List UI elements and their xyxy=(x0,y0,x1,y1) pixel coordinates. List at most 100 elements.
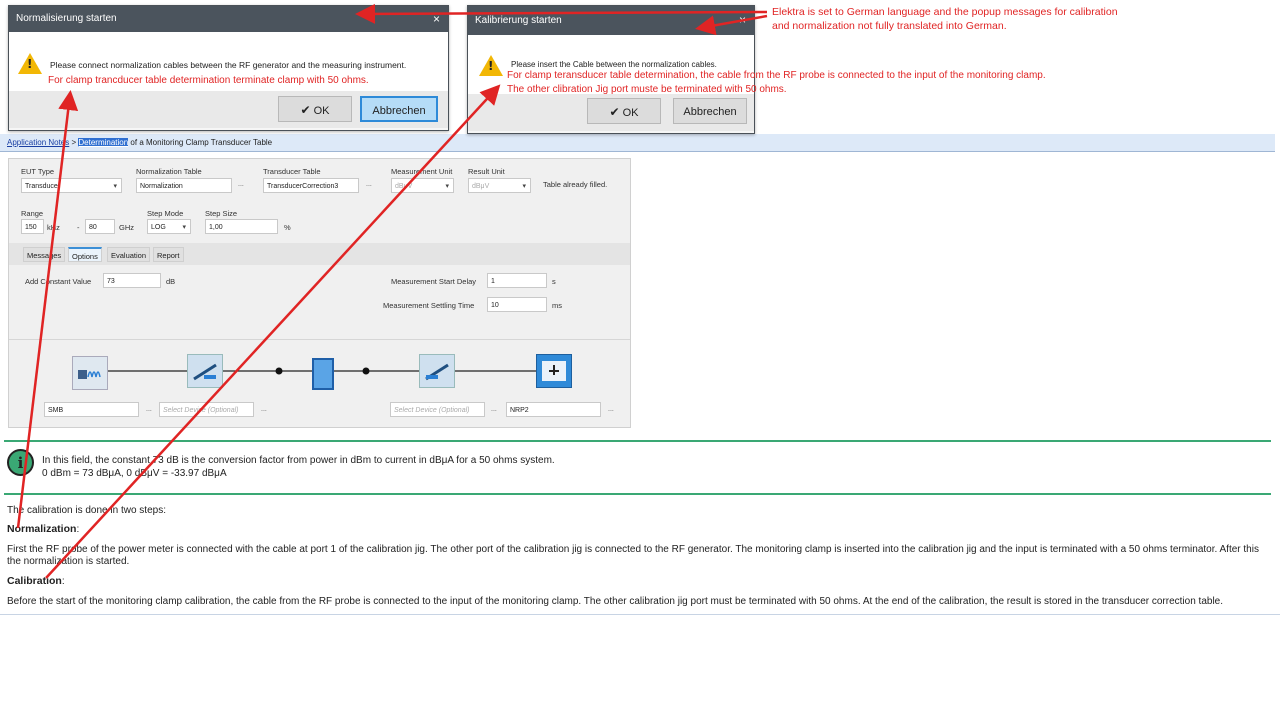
device-field-2[interactable]: Select Device (Optional) xyxy=(159,402,254,417)
result-unit-label: Result Unit xyxy=(468,167,505,176)
normalization-heading-colon: : xyxy=(76,524,80,535)
normalization-table-input[interactable]: Normalization xyxy=(136,178,232,193)
table-filled-status: Table already filled. xyxy=(543,180,608,189)
step-mode-value: LOG xyxy=(151,224,166,231)
close-icon[interactable]: × xyxy=(739,6,746,35)
close-icon[interactable]: × xyxy=(433,6,440,32)
cancel-button[interactable]: Abbrechen xyxy=(673,98,747,124)
step-size-input[interactable]: 1,00 xyxy=(205,219,278,234)
normalization-dialog-titlebar: Normalisierung starten × xyxy=(9,6,448,32)
device-3-browse-button[interactable]: ... xyxy=(491,406,497,413)
transducer-browse-button[interactable]: ... xyxy=(366,181,372,188)
calibration-heading-text: Calibration xyxy=(7,575,62,587)
range-dash: - xyxy=(77,223,80,232)
calibration-dialog-titlebar: Kalibrierung starten × xyxy=(468,6,754,35)
start-delay-label: Measurement Start Delay xyxy=(391,277,477,286)
check-icon: ✔ xyxy=(609,105,620,119)
info-line-1: In this field, the constant 73 dB is the… xyxy=(42,455,555,466)
calibration-dialog-footer: ✔ OK Abbrechen xyxy=(468,94,754,131)
cancel-button[interactable]: Abbrechen xyxy=(360,96,438,122)
calibration-heading: Calibration: xyxy=(7,575,65,587)
normalization-dialog-title: Normalisierung starten xyxy=(16,13,117,24)
signal-generator-icon[interactable] xyxy=(72,356,108,390)
start-delay-input[interactable]: 1 xyxy=(487,273,547,288)
device-3-value: Select Device (Optional) xyxy=(394,407,470,414)
device-1-browse-button[interactable]: ... xyxy=(146,406,152,413)
switch-icon[interactable] xyxy=(419,354,455,388)
app-screenshot-panel: EUT Type Normalization Table Transducer … xyxy=(8,158,631,428)
transducer-table-label: Transducer Table xyxy=(263,167,321,176)
breadcrumb-title-rest: of a Monitoring Clamp Transducer Table xyxy=(128,138,273,147)
transducer-table-value: TransducerCorrection3 xyxy=(267,183,339,190)
step-size-label: Step Size xyxy=(205,209,238,218)
add-constant-label: Add Constant Value xyxy=(25,277,92,286)
calibration-dialog-title: Kalibrierung starten xyxy=(475,15,562,26)
calibration-dialog-message: Please insert the Cable between the norm… xyxy=(511,60,717,69)
ok-button-label: OK xyxy=(313,105,330,117)
start-delay-value: 1 xyxy=(491,278,495,285)
settling-time-unit: ms xyxy=(552,301,562,310)
ok-button-label: OK xyxy=(622,107,639,119)
check-icon: ✔ xyxy=(300,103,311,117)
tab-report[interactable]: Report xyxy=(153,247,184,262)
device-4-value: NRP2 xyxy=(510,407,529,414)
cancel-button-label: Abbrechen xyxy=(372,105,426,117)
junction-dot xyxy=(275,367,283,375)
annotation-line-2: and normalization not fully translated i… xyxy=(772,20,1007,32)
eut-type-select[interactable]: Transducer xyxy=(21,178,122,194)
add-constant-input[interactable]: 73 xyxy=(103,273,161,288)
normalization-body: First the RF probe of the power meter is… xyxy=(7,544,1259,567)
step-size-value: 1,00 xyxy=(209,224,223,231)
normalization-browse-button[interactable]: ... xyxy=(238,181,244,188)
range-start-input[interactable]: 150 xyxy=(21,219,44,234)
switch-icon[interactable] xyxy=(187,354,223,388)
device-2-browse-button[interactable]: ... xyxy=(261,406,267,413)
info-note-box: i In this field, the constant 73 dB is t… xyxy=(4,440,1271,495)
normalization-dialog-footer: ✔ OK Abbrechen xyxy=(9,91,448,128)
calibration-dialog-note-2: The other clibration Jig port muste be t… xyxy=(507,84,787,95)
breadcrumb: Application Notes > Determination of a M… xyxy=(0,134,1275,152)
add-constant-value: 73 xyxy=(107,278,115,285)
range-stop-unit: GHz xyxy=(119,223,134,232)
ok-button[interactable]: ✔ OK xyxy=(587,98,661,124)
eut-type-value: Transducer xyxy=(25,183,61,190)
measurement-unit-value: dBμV xyxy=(395,183,413,190)
result-unit-select[interactable]: dBμV xyxy=(468,178,531,194)
calibration-dialog-note-1: For clamp teransducer table determinatio… xyxy=(507,70,1046,81)
step-mode-select[interactable]: LOG xyxy=(147,219,191,235)
device-field-4[interactable]: NRP2 xyxy=(506,402,601,417)
warning-icon: ! xyxy=(18,53,42,74)
normalization-dialog: Normalisierung starten × ! Please connec… xyxy=(8,5,449,131)
transducer-table-input[interactable]: TransducerCorrection3 xyxy=(263,178,359,193)
settling-time-input[interactable]: 10 xyxy=(487,297,547,312)
device-2-value: Select Device (Optional) xyxy=(163,407,239,414)
device-4-browse-button[interactable]: ... xyxy=(608,406,614,413)
cancel-button-label: Abbrechen xyxy=(683,106,737,118)
info-icon: i xyxy=(7,449,34,476)
power-meter-icon[interactable] xyxy=(536,354,572,388)
range-label: Range xyxy=(21,209,44,218)
add-constant-unit: dB xyxy=(166,277,176,286)
breadcrumb-current-link[interactable]: Determination xyxy=(78,138,129,147)
range-start-value: 150 xyxy=(25,224,37,231)
ok-button[interactable]: ✔ OK xyxy=(278,96,352,122)
warning-icon: ! xyxy=(479,55,503,76)
step-size-unit: % xyxy=(284,223,291,232)
normalization-dialog-body: ! Please connect normalization cables be… xyxy=(9,32,448,91)
start-delay-unit: s xyxy=(552,277,556,286)
range-stop-input[interactable]: 80 xyxy=(85,219,115,234)
measurement-unit-select[interactable]: dBμV xyxy=(391,178,454,194)
tab-evaluation[interactable]: Evaluation xyxy=(107,247,151,262)
device-field-3[interactable]: Select Device (Optional) xyxy=(390,402,485,417)
step-mode-label: Step Mode xyxy=(147,209,184,218)
normalization-heading: Normalization: xyxy=(7,523,79,535)
info-line-2: 0 dBm = 73 dBμA, 0 dBμV = -33.97 dBμA xyxy=(42,468,227,479)
tab-options[interactable]: Options xyxy=(68,247,102,262)
clamp-device-icon[interactable] xyxy=(312,358,334,390)
tab-strip xyxy=(9,243,630,265)
tab-messages[interactable]: Messages xyxy=(23,247,66,262)
breadcrumb-root-link[interactable]: Application Notes xyxy=(7,138,69,147)
device-field-1[interactable]: SMB xyxy=(44,402,139,417)
normalization-dialog-message: Please connect normalization cables betw… xyxy=(50,60,407,70)
calibration-heading-colon: : xyxy=(61,576,65,587)
